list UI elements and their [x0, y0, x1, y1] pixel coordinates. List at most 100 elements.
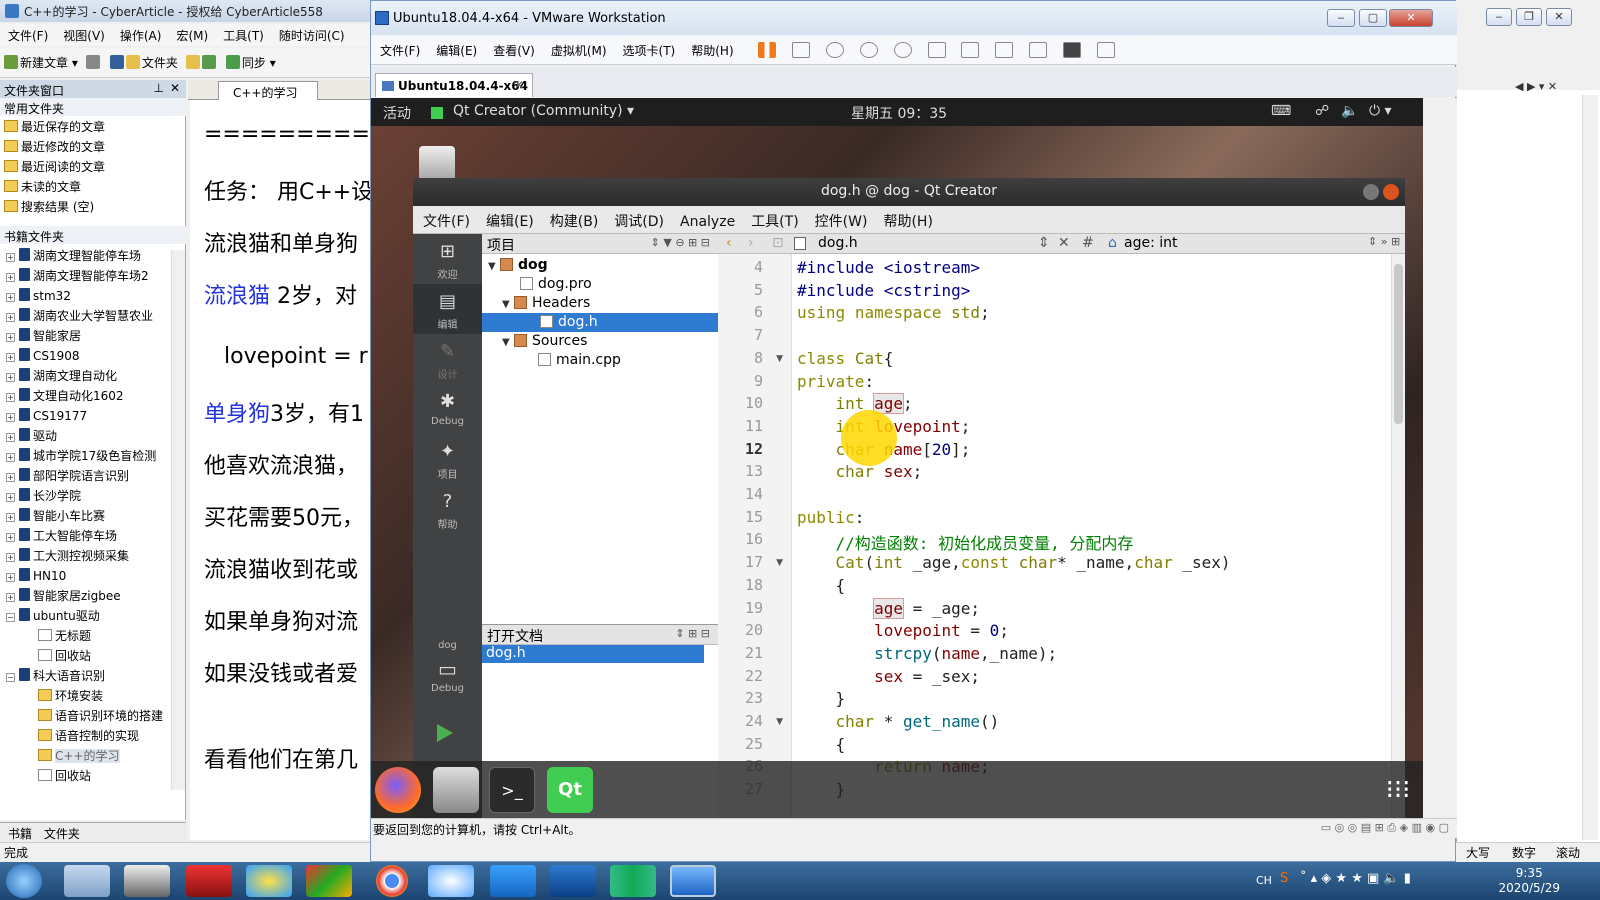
vm-menu-vm[interactable]: 虚拟机(M) — [542, 35, 614, 59]
mode-welcome[interactable]: ⊞ 欢迎 — [413, 234, 482, 284]
book-item[interactable]: + 智能小车比赛 — [0, 506, 170, 526]
tree-root[interactable]: ▼ dog — [488, 256, 548, 275]
activities-button[interactable]: 活动 — [383, 103, 411, 123]
chrome-icon[interactable] — [376, 865, 408, 897]
qt-menu-tools[interactable]: 工具(T) — [741, 206, 804, 231]
weather-app-icon[interactable] — [246, 865, 292, 897]
book-item[interactable]: + 长沙学院 — [0, 486, 170, 506]
pause-icon[interactable] — [758, 42, 777, 58]
qt-menu-build[interactable]: 构建(B) — [540, 206, 605, 231]
minimize-button[interactable] — [1363, 184, 1379, 200]
console-icon[interactable] — [1062, 42, 1081, 58]
list-item[interactable]: 最近修改的文章 — [4, 137, 174, 157]
tree-item[interactable]: main.cpp — [538, 351, 621, 370]
fold-marker-icon[interactable]: ▼ — [776, 354, 783, 364]
page-item[interactable]: 语音控制的实现 — [0, 726, 170, 746]
vm-tab[interactable]: Ubuntu18.04.4-x64 ✕ — [375, 73, 533, 97]
book-item[interactable]: + HN10 — [0, 566, 170, 586]
pin-icon[interactable]: ⊥ — [154, 81, 164, 95]
sogou-icon[interactable]: S — [1280, 871, 1288, 886]
network-icon[interactable]: ☍ — [1315, 103, 1329, 119]
calculator-icon[interactable] — [64, 865, 110, 897]
book-item[interactable]: + 湖南文理智能停车场 — [0, 246, 170, 266]
close-button[interactable]: ✕ — [1389, 9, 1433, 27]
tree-item[interactable]: ▼ Sources — [502, 332, 587, 351]
close-icon[interactable]: ✕ — [170, 81, 180, 95]
pane-tools-icon[interactable]: ⇕ ▼ ⊖ ⊞ ⊟ — [651, 236, 710, 249]
book-item[interactable]: + 智能家居 — [0, 326, 170, 346]
run-icon[interactable] — [437, 724, 453, 742]
book-item[interactable]: + 工大智能停车场 — [0, 526, 170, 546]
minimize-button[interactable]: ‒ — [1486, 8, 1512, 26]
terminal-icon[interactable]: >_ — [489, 767, 535, 813]
ca-menu-action[interactable]: 操作(A) — [112, 24, 169, 44]
book-item[interactable]: + 文理自动化1602 — [0, 386, 170, 406]
side-panel-scrollbar[interactable] — [1582, 95, 1598, 840]
open-document-item[interactable]: dog.h — [482, 645, 704, 663]
back-arrow-icon[interactable]: ‹ — [726, 235, 732, 251]
app-icon[interactable] — [186, 865, 232, 897]
snapshot-icon[interactable] — [826, 42, 845, 58]
files-icon[interactable] — [433, 767, 479, 813]
tree-item[interactable]: ▼ Headers — [502, 294, 590, 313]
forward-arrow-icon[interactable]: › — [748, 235, 754, 251]
explorer-app-icon[interactable] — [124, 865, 170, 897]
fold-marker-icon[interactable]: ▼ — [776, 558, 783, 568]
sidebar-toggle-icon[interactable] — [927, 42, 946, 58]
list-item[interactable]: 最近阅读的文章 — [4, 157, 174, 177]
qt-creator-icon[interactable]: Qt — [547, 767, 593, 813]
document-tab[interactable]: C++的学习 — [218, 81, 318, 100]
kit-selector[interactable]: dog ▭ Debug — [413, 634, 482, 704]
editor-scrollbar[interactable] — [1391, 254, 1405, 818]
scrollbar-thumb[interactable] — [1394, 264, 1403, 424]
book-item[interactable]: + 工大测控视频采集 — [0, 546, 170, 566]
book-item[interactable]: + 湖南农业大学智慧农业 — [0, 306, 170, 326]
ca-menu-file[interactable]: 文件(F) — [0, 24, 55, 44]
panel-nav-arrows-icon[interactable]: ◀ ▶ ▾ ✕ — [1515, 80, 1557, 93]
book-item[interactable]: − ubuntu驱动 — [0, 606, 170, 626]
snapshot-manager-icon[interactable] — [893, 42, 912, 58]
close-button[interactable] — [1383, 184, 1399, 200]
language-indicator[interactable]: CH — [1256, 874, 1272, 887]
volume-icon[interactable]: 🔈 — [1341, 103, 1358, 119]
app-icon[interactable] — [306, 865, 352, 897]
book-item[interactable]: + 城市学院17级色盲检测 — [0, 446, 170, 466]
book-item[interactable]: + 驱动 — [0, 426, 170, 446]
maximize-button[interactable]: ▢ — [1359, 9, 1387, 27]
vm-menu-tabs[interactable]: 选项卡(T) — [614, 35, 683, 59]
restore-button[interactable]: ❐ — [1516, 8, 1542, 26]
vm-menu-help[interactable]: 帮助(H) — [682, 35, 740, 59]
folder-pane-scrollbar[interactable] — [171, 250, 185, 790]
split-icon[interactable]: ⇕ » ⊞ — [1368, 235, 1400, 248]
combo-arrows-icon[interactable]: ⇕ — [1038, 235, 1050, 251]
taskbar-clock[interactable]: 9:35 2020/5/29 — [1498, 866, 1560, 896]
mode-edit[interactable]: ▤ 编辑 — [413, 284, 482, 334]
list-item[interactable]: 最近保存的文章 — [4, 117, 174, 137]
print-icon[interactable] — [82, 55, 106, 70]
tree-item-selected[interactable]: dog.h — [482, 313, 718, 332]
tab-books[interactable]: 书籍 — [8, 827, 32, 841]
page-item[interactable]: 语音识别环境的搭建 — [0, 706, 170, 726]
symbol-combo[interactable]: age: int — [1124, 235, 1178, 251]
ca-menu-access[interactable]: 随时访问(C) — [271, 24, 352, 44]
gnome-clock[interactable]: 星期五 09：35 — [851, 103, 947, 123]
page-item[interactable]: 无标题 — [0, 626, 170, 646]
folder-button[interactable]: 文件夹 — [106, 54, 182, 71]
send-keys-icon[interactable] — [792, 42, 811, 58]
dingtalk-icon[interactable] — [490, 865, 536, 897]
sync-button[interactable]: 同步 ▾ — [222, 54, 280, 71]
mode-help[interactable]: ? 帮助 — [413, 484, 482, 534]
book-item[interactable]: + stm32 — [0, 286, 170, 306]
app-grid-icon[interactable]: ⁝⁝⁝ — [1375, 767, 1421, 813]
minimize-button[interactable]: ‒ — [1327, 9, 1355, 27]
revert-snapshot-icon[interactable] — [859, 42, 878, 58]
qt-menu-edit[interactable]: 编辑(E) — [476, 206, 540, 231]
stretch-icon[interactable] — [1096, 42, 1115, 58]
qt-menu-file[interactable]: 文件(F) — [413, 206, 476, 231]
book-item[interactable]: + CS19177 — [0, 406, 170, 426]
book-item[interactable]: + 湖南文理自动化 — [0, 366, 170, 386]
close-document-icon[interactable]: ✕ — [1058, 235, 1070, 251]
page-item[interactable]: 回收站 — [0, 766, 170, 786]
new-article-button[interactable]: 新建文章 ▾ — [0, 54, 82, 71]
book-item[interactable]: − 科大语音识别 — [0, 666, 170, 686]
